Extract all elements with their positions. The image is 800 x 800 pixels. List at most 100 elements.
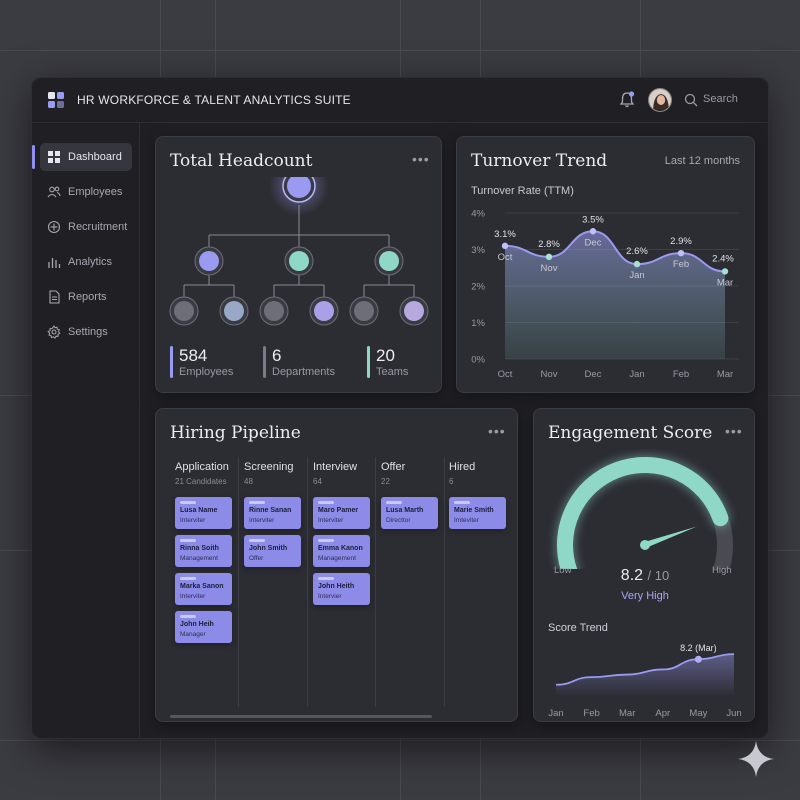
sidebar-item-recruitment[interactable]: Recruitment <box>40 213 132 241</box>
data-point <box>545 253 553 260</box>
candidate-card[interactable]: Lusa Name Interviter <box>175 497 232 529</box>
card-tag <box>180 501 196 504</box>
grid-icon <box>48 151 60 163</box>
column-count: 21 Candidates <box>175 477 227 486</box>
app-logo-icon <box>48 92 64 108</box>
candidate-card[interactable]: Rinne Sanan Interviter <box>244 497 301 529</box>
stat-bar <box>263 346 266 378</box>
app-title: HR WORKFORCE & TALENT ANALYTICS SUITE <box>77 93 351 107</box>
candidate-name: Rinna Soith <box>180 545 219 552</box>
candidate-card[interactable]: Marie Smith Imteviter <box>449 497 506 529</box>
column-count: 6 <box>449 477 454 486</box>
x-tick-label: Feb <box>673 369 689 380</box>
card-tag <box>318 539 334 542</box>
engagement-card: Engagement Score ••• Low High 8.2 / 10 V… <box>533 408 755 722</box>
more-options-button[interactable]: ••• <box>412 151 430 167</box>
search-label[interactable]: Search <box>703 93 738 105</box>
y-tick-label: 0% <box>471 355 485 366</box>
score-trend-area <box>556 654 734 695</box>
candidate-role: Imteviter <box>454 517 479 524</box>
x-tick-label: Dec <box>585 369 602 380</box>
candidate-name: Maro Pamer <box>318 507 359 514</box>
candidate-name: Marie Smith <box>454 507 494 514</box>
candidate-name: John Smith <box>249 545 288 552</box>
card-tag <box>318 501 334 504</box>
column-count: 22 <box>381 477 390 486</box>
sidebar-item-employees[interactable]: Employees <box>40 178 132 206</box>
column-divider <box>444 457 445 707</box>
target-icon <box>47 220 61 234</box>
candidate-card[interactable]: Marka Sanon Interviter <box>175 573 232 605</box>
card-tag <box>318 577 334 580</box>
data-label: 2.9% <box>670 236 692 247</box>
card-title: Hiring Pipeline <box>170 423 301 443</box>
stat-label: Teams <box>376 366 409 378</box>
candidate-name: Lusa Marth <box>386 507 424 514</box>
gear-icon <box>47 325 61 339</box>
candidate-card[interactable]: John Smith Offer <box>244 535 301 567</box>
candidate-card[interactable]: John Heith Intervier <box>313 573 370 605</box>
data-label: 2.4% <box>712 253 734 264</box>
data-label: 3.1% <box>494 229 516 240</box>
sidebar-item-settings[interactable]: Settings <box>40 318 132 346</box>
x-tick-label: Nov <box>541 369 558 380</box>
sidebar: Dashboard Employees Recruitment Analytic… <box>32 123 140 738</box>
candidate-role: Interviter <box>180 517 206 524</box>
column-title: Application <box>175 461 229 473</box>
sidebar-item-reports[interactable]: Reports <box>40 283 132 311</box>
stat-label: Departments <box>272 366 335 378</box>
user-avatar[interactable] <box>648 88 672 112</box>
candidate-role: Management <box>318 555 356 562</box>
data-point <box>501 242 509 250</box>
horizontal-scrollbar[interactable] <box>170 715 432 718</box>
card-tag <box>180 577 196 580</box>
candidate-role: Intervier <box>318 593 342 600</box>
sidebar-item-label: Recruitment <box>68 221 128 233</box>
turnover-chart: 0% 1% 2% 3% 4% 3.1% Oct Oct 2.8% Nov Nov 3.5% Dec Dec… <box>471 209 739 380</box>
card-title: Turnover Trend <box>471 151 608 171</box>
y-tick-label: 3% <box>471 245 485 256</box>
candidate-name: Emma Kanon <box>318 545 363 552</box>
card-tag <box>386 501 402 504</box>
highlight-point <box>694 655 702 663</box>
sidebar-item-analytics[interactable]: Analytics <box>40 248 132 276</box>
sidebar-item-label: Analytics <box>68 256 113 268</box>
score-readout: 8.2 / 10 <box>534 567 756 585</box>
period-selector[interactable]: Last 12 months <box>665 155 740 167</box>
more-options-button[interactable]: ••• <box>488 423 506 439</box>
y-tick-label: 1% <box>471 318 485 329</box>
data-point <box>633 260 641 268</box>
candidate-card[interactable]: Emma Kanon Management <box>313 535 370 567</box>
card-tag <box>454 501 470 504</box>
sidebar-item-dashboard[interactable]: Dashboard <box>32 143 132 171</box>
candidate-card[interactable]: Lusa Marth Directtor <box>381 497 438 529</box>
candidate-card[interactable]: John Heih Manager <box>175 611 232 643</box>
bar-chart-icon <box>48 258 61 268</box>
more-options-button[interactable]: ••• <box>725 423 743 439</box>
highlight-label: 8.2 (Mar) <box>680 643 717 653</box>
gauge-needle <box>643 526 697 548</box>
org-chart <box>169 177 429 326</box>
candidate-role: Interviter <box>318 517 344 524</box>
candidate-role: Directtor <box>386 517 411 524</box>
score-max: / 10 <box>647 568 670 583</box>
org-node-level-2 <box>194 246 404 276</box>
candidate-card[interactable]: Rinna Soith Management <box>175 535 232 567</box>
search-icon[interactable] <box>684 93 698 107</box>
x-tick-label: May <box>689 708 707 719</box>
title-bar: HR WORKFORCE & TALENT ANALYTICS SUITE Se… <box>32 78 768 123</box>
card-tag <box>180 539 196 542</box>
x-tick-label: Mar <box>619 708 635 719</box>
stat-bar <box>367 346 370 378</box>
turnover-area <box>505 231 725 359</box>
y-tick-label: 2% <box>471 282 485 293</box>
column-title: Hired <box>449 461 476 473</box>
score-rating: Very High <box>621 590 669 602</box>
score-trend-chart: 8.2 (Mar) Jan Feb Mar Apr May Jun <box>548 643 741 719</box>
app-window: HR WORKFORCE & TALENT ANALYTICS SUITE Se… <box>31 77 769 739</box>
sidebar-item-label: Employees <box>68 186 123 198</box>
candidate-name: Marka Sanon <box>180 583 224 590</box>
bell-icon[interactable] <box>619 91 635 109</box>
candidate-card[interactable]: Maro Pamer Interviter <box>313 497 370 529</box>
data-label: 2.8% <box>538 239 560 250</box>
